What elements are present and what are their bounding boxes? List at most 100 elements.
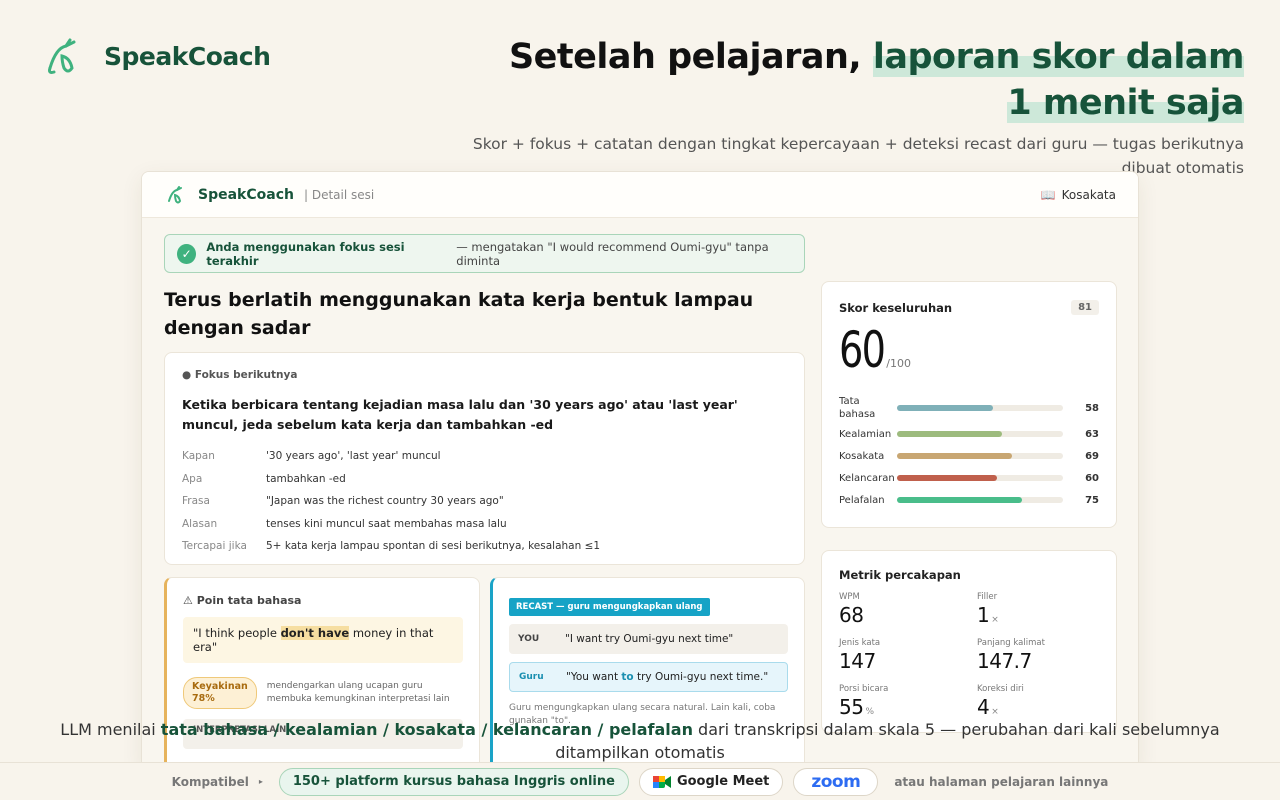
teacher-label: Guru — [519, 672, 544, 682]
grammar-card-title: ⚠ Poin tata bahasa — [183, 594, 302, 607]
headline-highlight: laporan skor dalam 1 menit saja — [872, 37, 1245, 123]
check-icon: ✓ — [177, 243, 197, 264]
score-bar-track — [897, 453, 1063, 459]
metric-item: Jenis kata 147 — [839, 638, 977, 679]
metric-label: Jenis kata — [839, 638, 881, 648]
book-icon: 📖 — [1040, 187, 1056, 202]
score-bar-fill — [897, 431, 1002, 437]
recast-tag: RECAST — guru mengungkapkan ulang — [509, 598, 710, 616]
score-bar-track — [897, 475, 1063, 481]
score-bar-track — [897, 497, 1063, 503]
score-bar-value: 63 — [1085, 428, 1099, 440]
metric-value: 147.7 — [977, 649, 1032, 673]
conversation-metrics-card: Metrik percakapan WPM 68 Filler 1 × Jenis kat… — [821, 550, 1117, 733]
zoom-pill[interactable]: zoom — [793, 767, 879, 796]
metric-label: Porsi bicara — [839, 684, 889, 694]
compat-label: Kompatibel — [171, 774, 249, 789]
metric-value: 1 × — [977, 603, 999, 627]
score-bar-row: Kealamian 63 — [839, 423, 1099, 445]
app-brand-name[interactable]: SpeakCoach — [198, 187, 294, 203]
score-bar-row: Kelancaran 60 — [839, 467, 1099, 489]
app-window: SpeakCoach | Detail sesi 📖 Kosakata ✓ An… — [141, 171, 1139, 771]
score-value: 60 /100 — [839, 321, 1099, 379]
score-bar-label: Pelafalan — [839, 494, 885, 506]
focus-kicker: ● Fokus berikutnya — [182, 369, 298, 381]
score-number: 60 — [839, 321, 886, 379]
score-bar-track — [897, 431, 1063, 437]
caption-highlight: tata bahasa / kealamian / kosakata / kel… — [160, 720, 693, 739]
next-focus-card: ● Fokus berikutnya Ketika berbicara tent… — [164, 352, 805, 565]
score-bar-value: 69 — [1085, 450, 1099, 462]
confidence-text: mendengarkan ulang ucapan guru membuka k… — [266, 681, 450, 704]
brand-name: SpeakCoach — [104, 41, 271, 71]
score-bar-label: Kealamian — [839, 428, 892, 440]
brand[interactable]: SpeakCoach — [44, 36, 271, 76]
google-meet-icon — [652, 775, 671, 788]
app-header: SpeakCoach | Detail sesi 📖 Kosakata — [142, 172, 1138, 218]
banner-bold-text: Anda menggunakan fokus sesi terakhir — [206, 239, 405, 268]
score-breakdown: Tata bahasa 58 Kealamian 63 Kosakata 69 Kelanc… — [839, 393, 1099, 511]
score-bar-fill — [897, 405, 994, 411]
score-bar-row: Tata bahasa 58 — [839, 393, 1099, 423]
metric-item: Panjang kalimat 147.7 — [977, 638, 1115, 679]
platforms-pill[interactable]: 150+ platform kursus bahasa Inggris onli… — [278, 767, 629, 796]
metric-value: 147 — [839, 649, 876, 673]
compatibility-bar: Kompatibel ▸ 150+ platform kursus bahasa… — [0, 762, 1280, 800]
focus-row-what: Apa tambahkan -ed — [182, 472, 346, 485]
focus-details: Kapan '30 years ago', 'last year' muncul … — [182, 445, 787, 558]
focus-row-phrase: Frasa "Japan was the richest country 30 y… — [182, 495, 504, 507]
metric-label: Filler — [977, 592, 998, 602]
metric-value: 68 — [839, 603, 864, 627]
previous-score-badge: 81 — [1071, 300, 1099, 315]
metric-label: WPM — [839, 592, 860, 602]
bottom-caption: LLM menilai tata bahasa / kealamian / ko… — [60, 720, 1220, 762]
headline-prefix: Setelah pelajaran, — [508, 37, 873, 77]
metric-item: Filler 1 × — [977, 592, 1115, 633]
score-bar-value: 75 — [1085, 494, 1099, 506]
score-bar-label: Kosakata — [839, 450, 885, 462]
score-bar-value: 60 — [1085, 472, 1099, 484]
metrics-title: Metrik percakapan — [839, 568, 961, 582]
page-headline: Setelah pelajaran, laporan skor dalam 1 … — [484, 34, 1245, 126]
google-meet-pill[interactable]: Google Meet — [638, 767, 784, 796]
metric-label: Panjang kalimat — [977, 638, 1045, 648]
score-bar-row: Kosakata 69 — [839, 445, 1099, 467]
score-bar-value: 58 — [1085, 402, 1099, 414]
score-bar-label: Kelancaran — [839, 472, 895, 484]
warning-icon: ⚠ — [183, 594, 193, 607]
focus-achieved-banner: ✓ Anda menggunakan fokus sesi terakhir —… — [164, 234, 805, 273]
focus-text: Ketika berbicara tentang kejadian masa l… — [182, 397, 738, 432]
confidence-badge: Keyakinan 78% — [183, 677, 257, 709]
overall-score-card: Skor keseluruhan 81 60 /100 Tata bahasa 5… — [821, 281, 1117, 528]
breadcrumb: | Detail sesi — [303, 187, 375, 202]
vocabulary-label: Kosakata — [1061, 187, 1116, 202]
focus-row-reason: Alasan tenses kini muncul saat membahas m… — [182, 517, 507, 530]
focus-row-goal: Tercapai jika 5+ kata kerja lampau sponta… — [182, 540, 601, 552]
metrics-grid: WPM 68 Filler 1 × Jenis kata 147 Panjang kalima… — [839, 592, 1099, 725]
recast-student-row: YOU "I want try Oumi-gyu next time" — [509, 624, 788, 654]
confidence-row: Keyakinan 78% mendengarkan ulang ucapan g… — [183, 677, 463, 709]
grammar-quote: "I think people don't have money in that… — [183, 617, 463, 663]
teacher-utterance: "You want to try Oumi-gyu next time." — [566, 671, 769, 683]
score-bar-label: Tata bahasa — [839, 396, 876, 420]
app-logo-icon[interactable] — [166, 185, 186, 205]
grammar-error-highlight: don't have — [280, 626, 350, 640]
metric-item: WPM 68 — [839, 592, 977, 633]
focus-row-when: Kapan '30 years ago', 'last year' muncul — [182, 450, 441, 462]
recast-teacher-row: Guru "You want to try Oumi-gyu next time… — [509, 662, 788, 692]
speakcoach-logo-icon — [48, 38, 76, 74]
score-bar-fill — [897, 475, 997, 481]
score-bar-track — [897, 405, 1063, 411]
score-bar-row: Pelafalan 75 — [839, 489, 1099, 511]
arrow-right-icon: ▸ — [258, 777, 263, 786]
zoom-logo: zoom — [811, 771, 861, 792]
google-meet-label: Google Meet — [676, 774, 770, 789]
student-utterance: "I want try Oumi-gyu next time" — [565, 633, 734, 645]
score-bar-fill — [897, 497, 1022, 503]
banner-text: — mengatakan "I would recommend Oumi-gyu… — [456, 239, 769, 268]
score-denominator: /100 — [886, 357, 911, 370]
score-title: Skor keseluruhan — [839, 300, 953, 315]
vocabulary-link[interactable]: 📖 Kosakata — [1041, 188, 1116, 202]
session-title: Terus berlatih menggunakan kata kerja be… — [164, 289, 754, 339]
compat-tail: atau halaman pelajaran lainnya — [894, 774, 1109, 789]
